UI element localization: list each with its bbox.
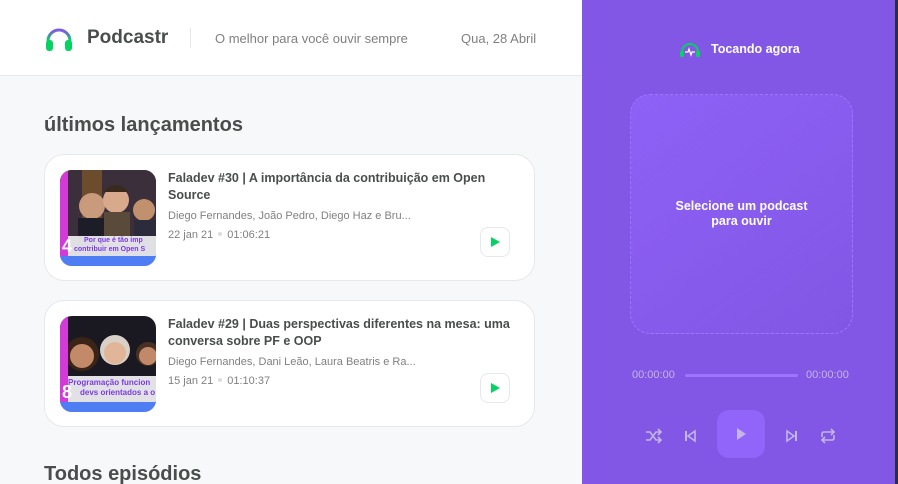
next-button[interactable] (782, 426, 802, 446)
thumb-caption: Programação funcion (68, 378, 151, 387)
episode-thumbnail: 8 Programação funcion devs orientados a … (60, 316, 156, 412)
play-episode-button[interactable] (480, 373, 510, 403)
latest-releases-title: últimos lançamentos (44, 114, 243, 136)
headphones-icon (680, 43, 700, 57)
episode-thumbnail: 4 Por que é tão imp contribuir em Open S (60, 170, 156, 266)
player-panel: Tocando agora Selecione um podcast para … (582, 0, 898, 484)
episode-members: Diego Fernandes, Dani Leão, Laura Beatri… (168, 356, 416, 368)
episode-date: 22 jan 21 (168, 229, 214, 241)
episode-members: Diego Fernandes, João Pedro, Diego Haz e… (168, 210, 411, 222)
empty-player-box: Selecione um podcast para ouvir (630, 94, 853, 334)
play-green-icon (491, 383, 500, 393)
episode-meta: 15 jan 21 01:10:37 (168, 375, 270, 387)
episode-title[interactable]: Faladev #30 | A importância da contribui… (168, 170, 518, 204)
next-icon (786, 429, 797, 443)
episode-meta: 22 jan 21 01:06:21 (168, 229, 270, 241)
current-time: 00:00:00 (632, 369, 675, 381)
thumb-caption: devs orientados a o (80, 388, 156, 397)
repeat-button[interactable] (818, 426, 838, 446)
thumb-caption: Por que é tão imp (84, 237, 143, 244)
previous-icon (685, 429, 696, 443)
episode-duration: 01:10:37 (227, 375, 271, 387)
thumb-number: 4 (62, 236, 73, 256)
episode-card[interactable]: 4 Por que é tão imp contribuir em Open S… (44, 154, 535, 281)
header: Podcastr O melhor para você ouvir sempre… (0, 0, 582, 76)
play-button[interactable] (717, 410, 765, 458)
now-playing-header: Tocando agora (679, 40, 800, 58)
progress-track[interactable] (685, 374, 798, 377)
current-date: Qua, 28 Abril (461, 31, 537, 46)
episode-duration: 01:06:21 (227, 229, 271, 241)
episode-card[interactable]: 8 Programação funcion devs orientados a … (44, 300, 535, 427)
app-name: Podcastr (87, 27, 169, 48)
previous-button[interactable] (680, 426, 700, 446)
episode-title[interactable]: Faladev #29 | Duas perspectivas diferent… (168, 316, 518, 350)
total-time: 00:00:00 (806, 369, 849, 381)
shuffle-icon (646, 428, 663, 444)
empty-message: Selecione um podcast para ouvir (675, 199, 808, 228)
thumb-caption: contribuir em Open S (74, 246, 146, 253)
separator-dot (218, 378, 223, 383)
play-green-icon (491, 237, 500, 247)
all-episodes-title: Todos episódios (44, 463, 202, 484)
separator-dot (218, 232, 223, 237)
tagline: O melhor para você ouvir sempre (215, 31, 408, 46)
shuffle-button[interactable] (644, 426, 664, 446)
play-icon (737, 428, 746, 440)
headphones-icon (46, 28, 72, 51)
play-episode-button[interactable] (480, 227, 510, 257)
repeat-icon (820, 428, 836, 444)
episode-date: 15 jan 21 (168, 375, 214, 387)
header-divider (190, 28, 191, 48)
now-playing-label: Tocando agora (711, 42, 800, 56)
